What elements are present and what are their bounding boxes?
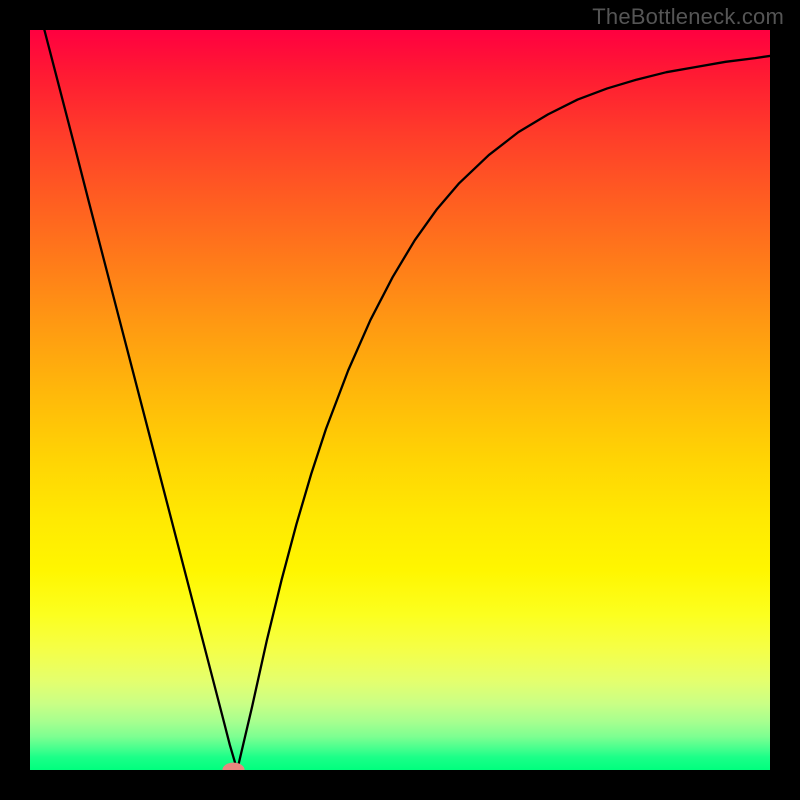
chart-svg [30,30,770,770]
min-point-marker [222,763,244,770]
chart-frame: TheBottleneck.com [0,0,800,800]
watermark-text: TheBottleneck.com [592,4,784,30]
plot-gradient-area [30,30,770,770]
bottleneck-curve [30,30,770,770]
